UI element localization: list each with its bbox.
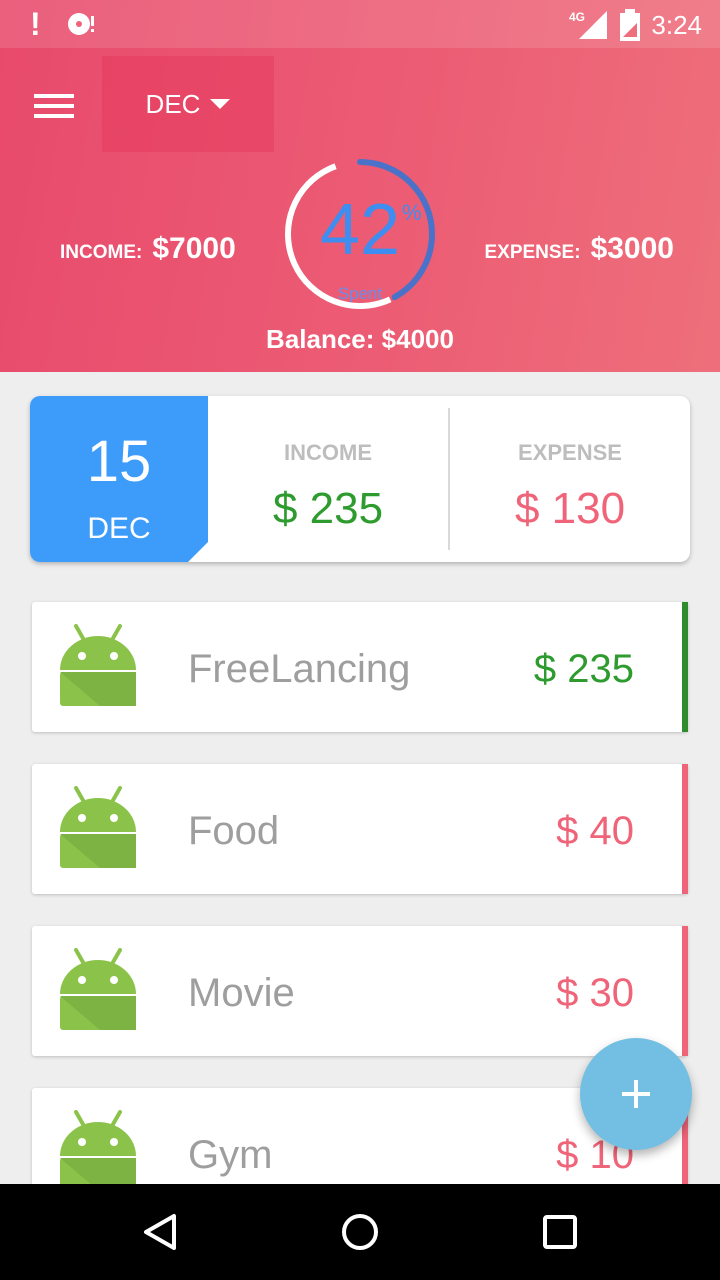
disc-icon	[67, 13, 94, 35]
date-month: DEC	[87, 512, 151, 545]
day-expense-label: EXPENSE	[518, 440, 622, 465]
transaction-type-stripe	[682, 926, 688, 1056]
back-icon	[144, 1214, 176, 1250]
android-robot-icon	[60, 948, 136, 1030]
transaction-amount: $ 30	[556, 971, 634, 1015]
date-day: 15	[86, 429, 152, 494]
date-box: 15 DEC	[30, 396, 208, 562]
month-label: DEC	[145, 88, 201, 119]
transaction-name: Movie	[188, 971, 295, 1015]
spent-label: Spent	[337, 284, 383, 303]
transaction-amount: $ 235	[533, 647, 634, 691]
android-robot-icon	[60, 624, 136, 706]
balance-text: Balance: $4000	[266, 324, 454, 354]
caret-down-icon	[210, 99, 231, 109]
income-value: $7000	[152, 232, 236, 265]
day-income-label: INCOME	[284, 440, 372, 465]
corner-fold	[188, 542, 208, 562]
nav-back-button[interactable]	[136, 1208, 184, 1256]
alert-icon: !	[30, 6, 41, 42]
transaction-type-stripe	[682, 602, 688, 732]
android-robot-icon	[60, 786, 136, 868]
battery-icon	[620, 9, 641, 41]
transaction-type-stripe	[682, 764, 688, 894]
transaction-item[interactable]: Movie $ 30	[32, 926, 688, 1056]
day-summary-card[interactable]: 15 DEC INCOME $ 235 EXPENSE $ 130	[30, 396, 690, 562]
expense-value: $3000	[590, 232, 674, 265]
system-nav-bar	[0, 1184, 720, 1280]
day-income: INCOME $ 235	[208, 396, 448, 562]
percent-sign: %	[402, 200, 422, 225]
network-label: 4G	[569, 10, 585, 24]
transaction-amount: $ 40	[556, 809, 634, 853]
status-bar: ! 4G 3:24	[0, 0, 720, 48]
income-summary: INCOME: $7000	[60, 232, 236, 266]
day-income-value: $ 235	[272, 484, 384, 533]
expense-label: EXPENSE:	[484, 242, 581, 263]
spent-gauge: 42 % Spent	[280, 154, 440, 314]
home-icon	[342, 1214, 378, 1250]
day-expense: EXPENSE $ 130	[450, 396, 690, 562]
transaction-name: FreeLancing	[188, 647, 411, 691]
signal-4g-icon: 4G	[569, 10, 608, 39]
hamburger-menu-icon	[34, 94, 74, 118]
nav-recents-button[interactable]	[536, 1208, 584, 1256]
recents-icon	[543, 1215, 577, 1249]
day-expense-value: $ 130	[514, 484, 626, 533]
transaction-item[interactable]: FreeLancing $ 235	[32, 602, 688, 732]
income-label: INCOME:	[60, 242, 143, 263]
add-transaction-button[interactable]	[580, 1038, 692, 1150]
menu-button[interactable]	[30, 90, 78, 126]
transaction-name: Gym	[188, 1133, 273, 1177]
clock: 3:24	[651, 10, 702, 40]
transaction-name: Food	[188, 809, 280, 853]
transaction-item[interactable]: Food $ 40	[32, 764, 688, 894]
transaction-list: FreeLancing $ 235 Food $ 40 Movie $ 30 G…	[32, 602, 688, 1250]
app-header: ! 4G 3:24 DEC INCOME: $7000 42 % Spent E…	[0, 0, 720, 372]
nav-home-button[interactable]	[336, 1208, 384, 1256]
plus-icon	[622, 1080, 650, 1108]
expense-summary: EXPENSE: $3000	[484, 232, 674, 266]
month-selector[interactable]: DEC	[102, 56, 274, 152]
